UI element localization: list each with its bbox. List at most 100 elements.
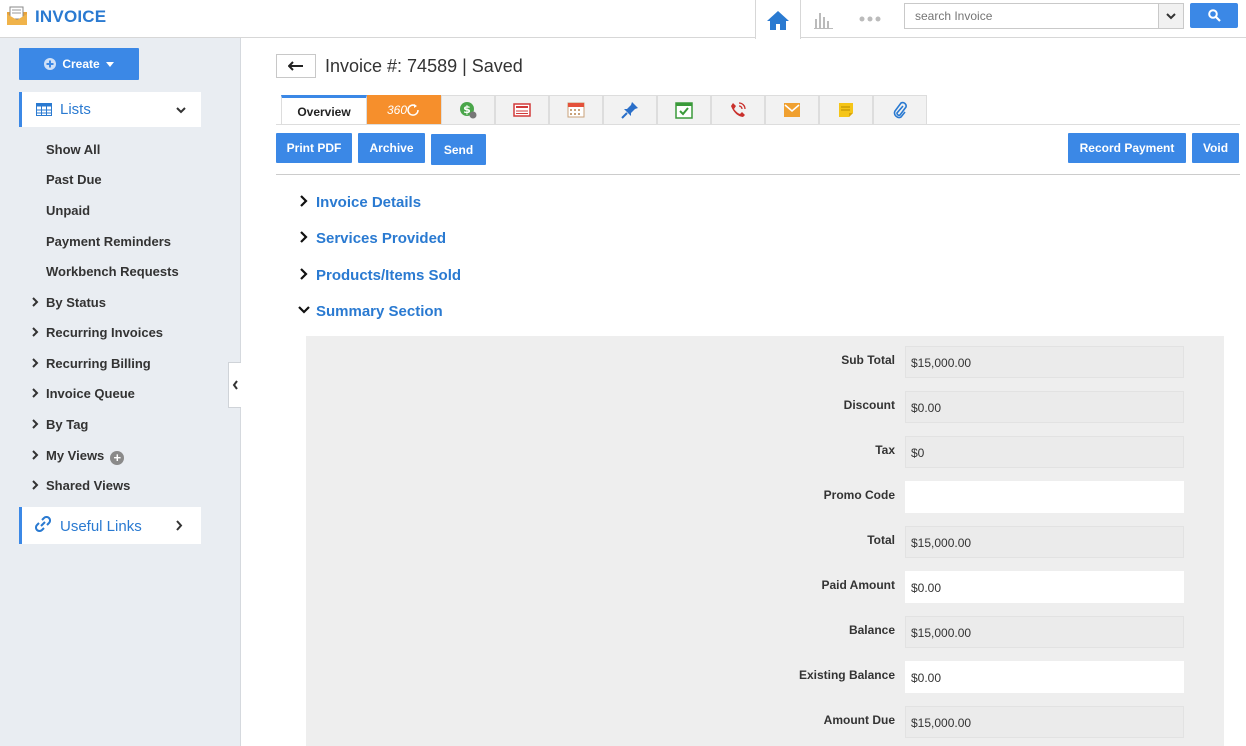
news-icon [513, 103, 531, 117]
caret-down-icon [105, 61, 114, 67]
lists-label: Lists [60, 101, 91, 118]
chevron-down-icon [1166, 12, 1176, 19]
search-dropdown-button[interactable] [1158, 4, 1183, 28]
search-icon [1207, 9, 1221, 22]
search-box [904, 3, 1184, 29]
tax-field: $0 [905, 436, 1184, 468]
discount-label: Discount [843, 398, 895, 412]
chevron-down-icon [298, 306, 310, 314]
search-input[interactable] [905, 4, 1159, 28]
section-services-provided[interactable]: Services Provided [298, 230, 446, 247]
sidebar-item-unpaid[interactable]: Unpaid [46, 203, 90, 218]
section-products-items-sold[interactable]: Products/Items Sold [298, 267, 461, 284]
more-button[interactable] [847, 0, 893, 38]
chevron-left-icon [232, 380, 238, 390]
send-button[interactable]: Send [431, 134, 486, 165]
sub-total-label: Sub Total [841, 353, 895, 367]
tab-news[interactable] [495, 95, 549, 125]
create-button[interactable]: Create [19, 48, 139, 80]
tax-label: Tax [875, 443, 895, 457]
paid-amount-input[interactable]: $0.00 [905, 571, 1184, 603]
sidebar-item-workbench-requests[interactable]: Workbench Requests [46, 264, 179, 279]
promo-code-input[interactable] [905, 481, 1184, 513]
chevron-right-icon [32, 358, 39, 368]
task-icon [675, 102, 693, 119]
tab-phone[interactable] [711, 95, 765, 125]
chevron-right-icon [300, 231, 308, 243]
more-icon [859, 16, 881, 22]
calendar-icon [567, 102, 585, 118]
sub-total-field: $15,000.00 [905, 346, 1184, 378]
record-tabs: Overview 360 $ [281, 95, 927, 125]
section-title: Products/Items Sold [316, 267, 462, 284]
sidebar-item-past-due[interactable]: Past Due [46, 172, 102, 187]
section-summary[interactable]: Summary Section [298, 303, 443, 320]
chevron-right-icon [300, 195, 308, 207]
chevron-right-icon [176, 520, 183, 531]
archive-button[interactable]: Archive [358, 133, 425, 163]
void-button[interactable]: Void [1192, 133, 1239, 163]
chevron-right-icon [32, 297, 39, 307]
phone-icon [731, 102, 746, 117]
dollar-icon: $ [460, 102, 477, 119]
chevron-right-icon [32, 327, 39, 337]
tab-note[interactable] [819, 95, 873, 125]
my-views-label: My Views [46, 448, 105, 463]
sidebar-item-payment-reminders[interactable]: Payment Reminders [46, 234, 171, 249]
attachment-icon [893, 101, 907, 119]
sidebar-group-recurring-invoices[interactable]: Recurring Invoices [46, 325, 163, 340]
link-icon [35, 516, 51, 532]
record-payment-button[interactable]: Record Payment [1068, 133, 1186, 163]
tab-attachment[interactable] [873, 95, 927, 125]
sidebar-group-my-views[interactable]: My Views + [46, 448, 125, 465]
promo-code-label: Promo Code [823, 488, 895, 502]
total-label: Total [867, 533, 895, 547]
tab-email[interactable] [765, 95, 819, 125]
sidebar: Create Lists Show All Past Due Unpaid Pa… [0, 38, 241, 746]
home-button[interactable] [755, 0, 801, 39]
sidebar-group-by-status[interactable]: By Status [46, 295, 106, 310]
plus-circle-icon [44, 58, 57, 70]
tab-task[interactable] [657, 95, 711, 125]
sidebar-group-invoice-queue[interactable]: Invoice Queue [46, 386, 135, 401]
balance-field: $15,000.00 [905, 616, 1184, 648]
email-icon [784, 103, 800, 117]
sidebar-group-by-tag[interactable]: By Tag [46, 417, 88, 432]
create-label: Create [62, 57, 100, 71]
summary-panel: Sub Total $15,000.00 Discount $0.00 Tax … [306, 336, 1224, 746]
note-icon [839, 103, 853, 117]
tab-overview[interactable]: Overview [281, 95, 367, 125]
tab-calendar[interactable] [549, 95, 603, 125]
amount-due-field: $15,000.00 [905, 706, 1184, 738]
section-invoice-details[interactable]: Invoice Details [298, 194, 421, 211]
reports-button[interactable] [801, 0, 847, 38]
lists-panel[interactable]: Lists [19, 92, 201, 127]
back-button[interactable] [276, 54, 316, 78]
refresh-icon [407, 104, 419, 116]
actions-divider [276, 174, 1240, 175]
app-title: INVOICE [35, 7, 107, 26]
sidebar-item-show-all[interactable]: Show All [46, 142, 100, 157]
sidebar-collapse-button[interactable] [228, 362, 241, 408]
add-view-icon[interactable]: + [110, 451, 125, 465]
amount-due-label: Amount Due [823, 713, 895, 727]
sidebar-group-shared-views[interactable]: Shared Views [46, 478, 130, 493]
useful-links-panel[interactable]: Useful Links [19, 507, 201, 544]
top-bar: INVOICE [0, 0, 1246, 39]
tab-dollar[interactable]: $ [441, 95, 495, 125]
tab-360-label: 360 [386, 103, 408, 117]
sidebar-group-recurring-billing[interactable]: Recurring Billing [46, 356, 151, 371]
section-title: Summary Section [316, 303, 443, 320]
pin-icon [621, 102, 638, 119]
invoice-logo-icon [7, 6, 27, 25]
chevron-right-icon [300, 268, 308, 280]
chevron-right-icon [32, 419, 39, 429]
tab-360[interactable]: 360 [367, 95, 441, 125]
tab-pin[interactable] [603, 95, 657, 125]
existing-balance-input[interactable]: $0.00 [905, 661, 1184, 693]
print-pdf-button[interactable]: Print PDF [276, 133, 352, 163]
back-arrow-icon [288, 61, 303, 71]
search-button[interactable] [1190, 3, 1238, 28]
total-field: $15,000.00 [905, 526, 1184, 558]
paid-amount-label: Paid Amount [821, 578, 895, 592]
